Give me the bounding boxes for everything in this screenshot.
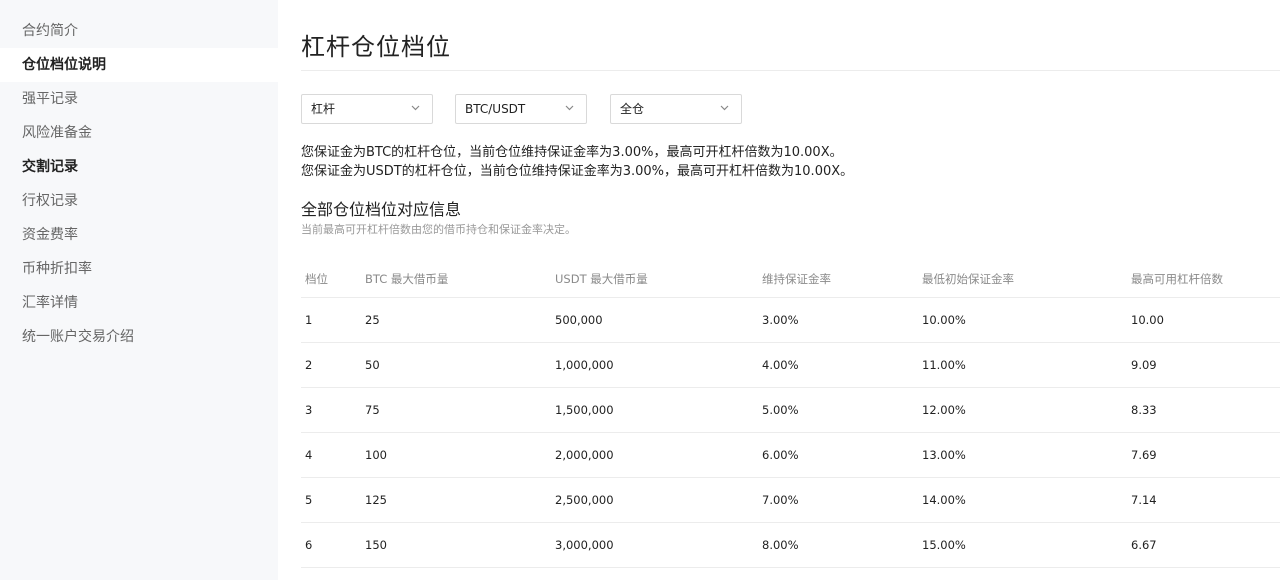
maintenance-margin-cell: 8.00% bbox=[762, 538, 799, 552]
initial-margin-cell: 11.00% bbox=[922, 358, 966, 372]
btc-max-borrow-cell: 50 bbox=[365, 358, 380, 372]
btc-max-borrow-cell: 25 bbox=[365, 313, 380, 327]
table-header-maintenance-margin: 维持保证金率 bbox=[762, 272, 831, 286]
tier-cell: 3 bbox=[305, 403, 313, 417]
tier-cell: 2 bbox=[305, 358, 313, 372]
sidebar-item-exercise-records[interactable]: 行权记录 bbox=[0, 184, 278, 218]
table-header-max-leverage: 最高可用杠杆倍数 bbox=[1131, 272, 1223, 286]
sidebar-item-delivery-records[interactable]: 交割记录 bbox=[0, 150, 278, 184]
sidebar-item-funding-rate[interactable]: 资金费率 bbox=[0, 218, 278, 252]
type-select-value: 杠杆 bbox=[311, 102, 336, 116]
pair-select-value: BTC/USDT bbox=[465, 102, 526, 116]
initial-margin-cell: 14.00% bbox=[922, 493, 966, 507]
sidebar: 合约简介 仓位档位说明 强平记录 风险准备金 交割记录 行权记录 资金费率 币种… bbox=[0, 0, 278, 580]
btc-max-borrow-cell: 75 bbox=[365, 403, 380, 417]
btc-max-borrow-cell: 100 bbox=[365, 448, 387, 462]
tier-cell: 4 bbox=[305, 448, 313, 462]
table-row: 1 25 500,000 3.00% 10.00% 10.00 bbox=[301, 298, 1280, 343]
table-row: 4 100 2,000,000 6.00% 13.00% 7.69 bbox=[301, 433, 1280, 478]
maintenance-margin-cell: 3.00% bbox=[762, 313, 799, 327]
table-header-tier: 档位 bbox=[305, 272, 328, 286]
usdt-max-borrow-cell: 2,500,000 bbox=[555, 493, 614, 507]
sidebar-item-contract-intro[interactable]: 合约简介 bbox=[0, 14, 278, 48]
btc-max-borrow-cell: 125 bbox=[365, 493, 387, 507]
usdt-margin-info: 您保证金为USDT的杠杆仓位，当前仓位维持保证金率为3.00%，最高可开杠杆倍数… bbox=[301, 164, 854, 179]
max-leverage-cell: 10.00 bbox=[1131, 313, 1164, 327]
usdt-max-borrow-cell: 1,000,000 bbox=[555, 358, 614, 372]
usdt-max-borrow-cell: 2,000,000 bbox=[555, 448, 614, 462]
maintenance-margin-cell: 5.00% bbox=[762, 403, 799, 417]
tier-cell: 5 bbox=[305, 493, 313, 507]
tier-cell: 6 bbox=[305, 538, 313, 552]
sidebar-item-discount-rate[interactable]: 币种折扣率 bbox=[0, 252, 278, 286]
tier-cell: 1 bbox=[305, 313, 313, 327]
initial-margin-cell: 10.00% bbox=[922, 313, 966, 327]
max-leverage-cell: 7.69 bbox=[1131, 448, 1157, 462]
maintenance-margin-cell: 4.00% bbox=[762, 358, 799, 372]
initial-margin-cell: 13.00% bbox=[922, 448, 966, 462]
usdt-max-borrow-cell: 1,500,000 bbox=[555, 403, 614, 417]
max-leverage-cell: 8.33 bbox=[1131, 403, 1157, 417]
initial-margin-cell: 12.00% bbox=[922, 403, 966, 417]
table-row: 2 50 1,000,000 4.00% 11.00% 9.09 bbox=[301, 343, 1280, 388]
section-subtitle: 当前最高可开杠杆倍数由您的借币持仓和保证金率决定。 bbox=[301, 223, 576, 236]
chevron-down-icon bbox=[720, 105, 729, 111]
usdt-max-borrow-cell: 3,000,000 bbox=[555, 538, 614, 552]
type-select[interactable]: 杠杆 bbox=[301, 94, 433, 124]
max-leverage-cell: 7.14 bbox=[1131, 493, 1157, 507]
initial-margin-cell: 15.00% bbox=[922, 538, 966, 552]
sidebar-item-risk-reserve[interactable]: 风险准备金 bbox=[0, 116, 278, 150]
page-title: 杠杆仓位档位 bbox=[301, 33, 451, 61]
usdt-max-borrow-cell: 500,000 bbox=[555, 313, 603, 327]
table-row: 5 125 2,500,000 7.00% 14.00% 7.14 bbox=[301, 478, 1280, 523]
table-header-usdt-max-borrow: USDT 最大借币量 bbox=[555, 272, 648, 286]
section-title: 全部仓位档位对应信息 bbox=[301, 200, 462, 219]
sidebar-item-exchange-rate[interactable]: 汇率详情 bbox=[0, 286, 278, 320]
main-content: 杠杆仓位档位 杠杆 BTC/USDT 全仓 您保证金为BTC的杠杆仓位，当前仓位… bbox=[278, 0, 1280, 580]
btc-margin-info: 您保证金为BTC的杠杆仓位，当前仓位维持保证金率为3.00%，最高可开杠杆倍数为… bbox=[301, 145, 843, 160]
sidebar-item-unified-account[interactable]: 统一账户交易介绍 bbox=[0, 320, 278, 354]
table-header-btc-max-borrow: BTC 最大借币量 bbox=[365, 272, 449, 286]
chevron-down-icon bbox=[565, 105, 574, 111]
max-leverage-cell: 9.09 bbox=[1131, 358, 1157, 372]
max-leverage-cell: 6.67 bbox=[1131, 538, 1157, 552]
maintenance-margin-cell: 7.00% bbox=[762, 493, 799, 507]
title-divider bbox=[301, 70, 1280, 71]
sidebar-item-position-tier[interactable]: 仓位档位说明 bbox=[0, 48, 278, 82]
maintenance-margin-cell: 6.00% bbox=[762, 448, 799, 462]
btc-max-borrow-cell: 150 bbox=[365, 538, 387, 552]
table-row: 3 75 1,500,000 5.00% 12.00% 8.33 bbox=[301, 388, 1280, 433]
chevron-down-icon bbox=[411, 105, 420, 111]
table-header-initial-margin: 最低初始保证金率 bbox=[922, 272, 1014, 286]
margin-mode-select-value: 全仓 bbox=[620, 102, 645, 116]
table-row: 6 150 3,000,000 8.00% 15.00% 6.67 bbox=[301, 523, 1280, 568]
sidebar-item-liquidation-records[interactable]: 强平记录 bbox=[0, 82, 278, 116]
pair-select[interactable]: BTC/USDT bbox=[455, 94, 587, 124]
margin-mode-select[interactable]: 全仓 bbox=[610, 94, 742, 124]
